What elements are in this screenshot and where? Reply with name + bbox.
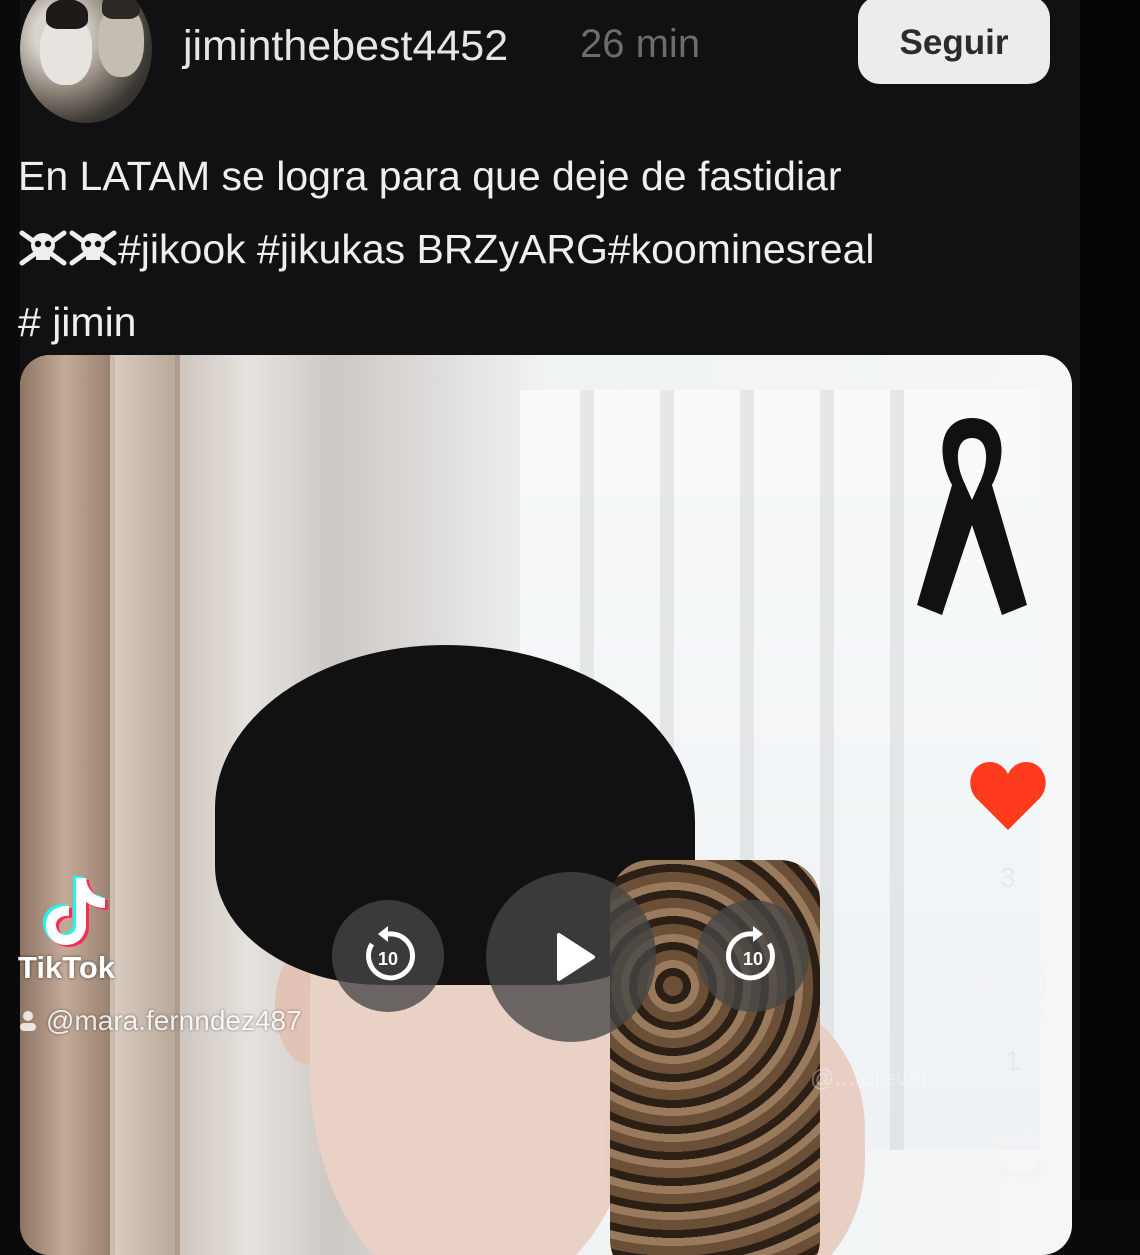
play-button[interactable]	[486, 872, 656, 1042]
video-watermark: @...forever	[810, 1065, 930, 1092]
caption-line-2: #jikook #jikukas BRZyARG#koominesreal	[18, 213, 1018, 286]
caption-line-1: En LATAM se logra para que deje de fasti…	[18, 153, 842, 199]
skull-crossbones-icon	[19, 230, 67, 266]
comment-count: 1	[1005, 1045, 1021, 1076]
repost-icon[interactable]	[980, 1120, 1052, 1192]
forward-icon: 10	[726, 926, 775, 981]
post-time: 26 min	[580, 22, 701, 66]
caption-hashtags[interactable]: #jikook #jikukas BRZyARG#koominesreal	[118, 226, 875, 272]
tiktok-handle: @mara.fernndez487	[18, 1005, 302, 1037]
post-caption: En LATAM se logra para que deje de fasti…	[18, 140, 1018, 359]
comment-icon[interactable]	[978, 950, 1050, 1020]
heart-icon[interactable]	[968, 760, 1048, 832]
play-icon	[557, 933, 595, 981]
forward-10-button[interactable]: 10	[697, 900, 809, 1012]
username[interactable]: jiminthebest4452	[183, 22, 508, 71]
rewind-10-button[interactable]: 10	[332, 900, 444, 1012]
follow-button[interactable]: Seguir	[858, 0, 1050, 84]
tiktok-handle-text: @mara.fernndez487	[46, 1005, 302, 1036]
screen-edge	[1080, 0, 1140, 1200]
user-icon	[20, 1011, 36, 1031]
caption-line-3[interactable]: # jimin	[18, 286, 1018, 359]
tiktok-brand: TikTok	[18, 950, 116, 985]
rewind-seconds: 10	[378, 949, 398, 969]
like-count: 3	[1000, 862, 1016, 893]
skull-crossbones-icon	[69, 230, 117, 266]
mourning-ribbon-icon	[917, 418, 1027, 615]
rewind-icon: 10	[366, 926, 415, 981]
tiktok-logo-icon	[43, 876, 108, 947]
forward-seconds: 10	[743, 949, 763, 969]
